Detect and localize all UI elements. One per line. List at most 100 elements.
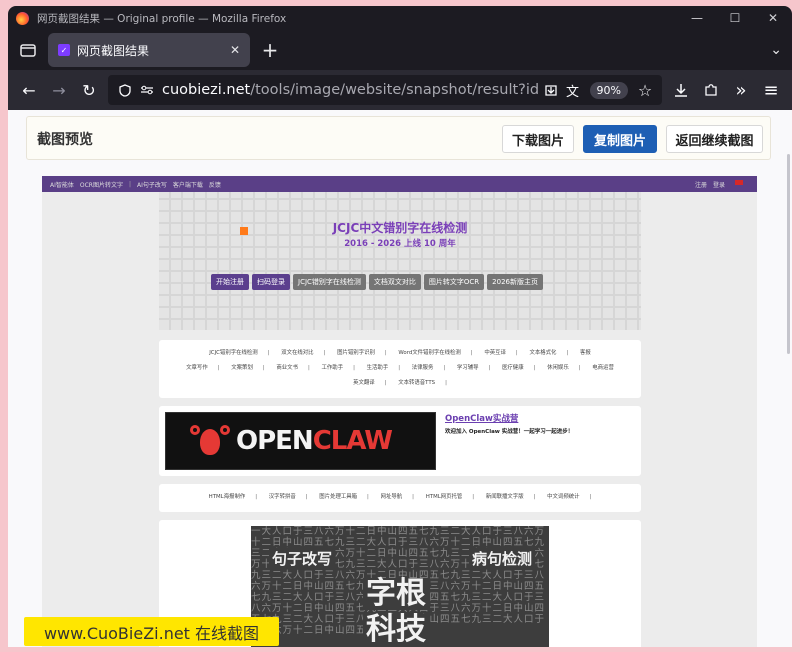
nav-client-download[interactable]: 客户端下载 xyxy=(173,180,203,189)
hero-buttons: 开始注册 扫码登录 JCJC错别字在线检测 文档双文对比 图片转文字OCR 20… xyxy=(211,274,546,290)
nav-bar: ← → ↻ cuobiezi.net/tools/image/website/s… xyxy=(8,70,792,110)
puzzle-icon xyxy=(705,84,717,96)
tab-label: 网页截图结果 xyxy=(77,43,150,58)
ocr-button[interactable]: 图片转文字OCR xyxy=(423,274,485,290)
new-homepage-button[interactable]: 2026新版主页 xyxy=(487,274,543,290)
browser-window: 网页截图结果 — Original profile — Mozilla Fire… xyxy=(8,6,792,647)
minimize-button[interactable]: — xyxy=(678,11,716,25)
nav-ai-agent[interactable]: AI智能体 xyxy=(50,180,74,189)
maximize-button[interactable]: ☐ xyxy=(716,11,754,25)
link-item[interactable]: 文本格式化 xyxy=(529,350,556,356)
preview-header: 截图预览 下载图片 复制图片 返回继续截图 xyxy=(26,116,771,160)
tool-link[interactable]: HTML网页托管 xyxy=(426,494,463,500)
preview-title: 截图预览 xyxy=(37,132,93,148)
nav-account: 注册 登录 xyxy=(695,179,749,189)
lobster-icon xyxy=(190,421,230,461)
promo-description: 欢迎加入 OpenClaw 实战营！一起学习一起进步！ xyxy=(445,429,574,435)
qr-login-button[interactable]: 扫码登录 xyxy=(252,274,290,290)
link-item[interactable]: 英文翻译 xyxy=(353,380,375,386)
openclaw-banner[interactable]: OPEN CLAW xyxy=(165,412,436,470)
tab-bar: ✓ 网页截图结果 ✕ + ⌄ xyxy=(8,30,792,70)
tab-screenshot-result[interactable]: ✓ 网页截图结果 ✕ xyxy=(48,33,250,67)
poster-label-grammar: 病句检测 xyxy=(469,548,536,569)
back-button[interactable]: ← xyxy=(14,75,44,105)
link-item[interactable]: 文章写作 xyxy=(186,365,208,371)
url-bar[interactable]: cuobiezi.net/tools/image/website/snapsho… xyxy=(108,75,662,105)
link-item[interactable]: 图片错别字识别 xyxy=(337,350,375,356)
banner-word-open: OPEN xyxy=(236,426,314,456)
reload-button[interactable]: ↻ xyxy=(74,75,104,105)
close-tab-icon[interactable]: ✕ xyxy=(230,43,240,57)
shield-icon[interactable] xyxy=(114,83,136,97)
back-to-screenshot-button[interactable]: 返回继续截图 xyxy=(666,125,763,153)
url-text[interactable]: cuobiezi.net/tools/image/website/snapsho… xyxy=(162,82,540,98)
window-controls: — ☐ ✕ xyxy=(678,11,792,25)
link-item[interactable]: 商业文书 xyxy=(276,365,298,371)
nav-ocr[interactable]: OCR图片转文字 xyxy=(80,180,123,189)
zoom-level-badge[interactable]: 90% xyxy=(589,81,628,99)
watermark-badge: www.CuoBieZi.net 在线截图 xyxy=(24,617,279,646)
translate-icon[interactable]: 文 xyxy=(562,81,584,100)
nav-login[interactable]: 登录 xyxy=(713,180,725,189)
site-hero: JCJC中文错别字在线检测 2016 - 2026 上线 10 周年 开始注册 … xyxy=(159,192,641,330)
page-content: 截图预览 下载图片 复制图片 返回继续截图 AI智能体 OCR图片转文字 | A… xyxy=(8,110,792,647)
url-path: /tools/image/website/snapshot/result?id=… xyxy=(250,82,540,98)
nav-register[interactable]: 注册 xyxy=(695,180,707,189)
app-menu-button[interactable]: ≡ xyxy=(756,75,786,105)
hero-title: JCJC中文错别字在线检测 xyxy=(332,221,468,235)
site-permissions-icon[interactable] xyxy=(136,85,158,95)
poster-label-zigen: 字根 xyxy=(363,578,429,610)
link-item[interactable]: 客报 xyxy=(580,350,591,356)
tool-link[interactable]: HTML海报制作 xyxy=(209,494,246,500)
link-item[interactable]: 医疗健康 xyxy=(502,365,524,371)
link-item[interactable]: 文案策划 xyxy=(231,365,253,371)
tool-link[interactable]: 网址导航 xyxy=(381,494,403,500)
link-item[interactable]: JCJC错别字在线检测 xyxy=(209,350,257,356)
doc-compare-button[interactable]: 文档双文对比 xyxy=(368,274,421,290)
screenshot-preview: AI智能体 OCR图片转文字 | AI句子改写 客户端下载 反馈 注册 登录 J… xyxy=(42,176,757,647)
site-top-nav: AI智能体 OCR图片转文字 | AI句子改写 客户端下载 反馈 注册 登录 xyxy=(42,176,757,192)
hero-subtitle: 2016 - 2026 上线 10 周年 xyxy=(344,239,456,249)
list-all-tabs-button[interactable]: ⌄ xyxy=(770,42,782,58)
download-image-button[interactable]: 下载图片 xyxy=(502,125,574,153)
link-row-2: 文章写作 | 文案策划 | 商业文书 | 工作助手 | 生活助手 | 法律服务 | 学习辅导… xyxy=(186,365,614,371)
register-button[interactable]: 开始注册 xyxy=(211,274,249,290)
link-item[interactable]: 工作助手 xyxy=(322,365,344,371)
new-tab-button[interactable]: + xyxy=(256,36,284,64)
tool-link[interactable]: 新闻联播文字版 xyxy=(486,494,524,500)
link-item[interactable]: Word文件错别字在线检测 xyxy=(398,350,460,356)
nav-feedback[interactable]: 反馈 xyxy=(209,180,221,189)
copy-image-button[interactable]: 复制图片 xyxy=(583,125,657,153)
banner-word-claw: CLAW xyxy=(312,426,393,456)
window-title: 网页截图结果 — Original profile — Mozilla Fire… xyxy=(37,12,287,25)
link-item[interactable]: 电商运营 xyxy=(592,365,614,371)
link-item[interactable]: 中英互译 xyxy=(484,350,506,356)
firefox-view-icon xyxy=(20,44,36,57)
page-scrollbar[interactable] xyxy=(787,154,790,354)
nav-rewrite[interactable]: AI句子改写 xyxy=(137,180,167,189)
link-item[interactable]: 法律服务 xyxy=(412,365,434,371)
bookmark-star-icon[interactable]: ☆ xyxy=(634,81,656,100)
save-to-pocket-icon[interactable] xyxy=(540,84,562,97)
link-item[interactable]: 学习辅导 xyxy=(457,365,479,371)
close-window-button[interactable]: ✕ xyxy=(754,11,792,25)
tool-link[interactable]: 中文词频统计 xyxy=(547,494,579,500)
title-bar: 网页截图结果 — Original profile — Mozilla Fire… xyxy=(8,6,792,30)
forward-button[interactable]: → xyxy=(44,75,74,105)
more-tools-button[interactable]: » xyxy=(726,75,756,105)
extensions-button[interactable] xyxy=(696,75,726,105)
promo-title[interactable]: OpenClaw实战营 xyxy=(445,412,518,424)
tool-link[interactable]: 图片处理工具箱 xyxy=(319,494,357,500)
tool-link[interactable]: 汉字转拼音 xyxy=(269,494,296,500)
link-item[interactable]: 休闲娱乐 xyxy=(547,365,569,371)
link-item[interactable]: 双文在线对比 xyxy=(281,350,313,356)
firefox-view-button[interactable] xyxy=(14,36,42,64)
feature-links-panel: JCJC错别字在线检测 | 双文在线对比 | 图片错别字识别 | Word文件错别字在… xyxy=(159,340,641,398)
poster-label-rewrite: 句子改写 xyxy=(269,548,336,569)
firefox-logo-icon xyxy=(16,11,29,25)
downloads-button[interactable] xyxy=(666,75,696,105)
nav-separator: | xyxy=(128,180,131,188)
link-item[interactable]: 文本转语音TTS xyxy=(398,380,435,386)
jcjc-check-button[interactable]: JCJC错别字在线检测 xyxy=(293,274,366,290)
link-item[interactable]: 生活助手 xyxy=(367,365,389,371)
